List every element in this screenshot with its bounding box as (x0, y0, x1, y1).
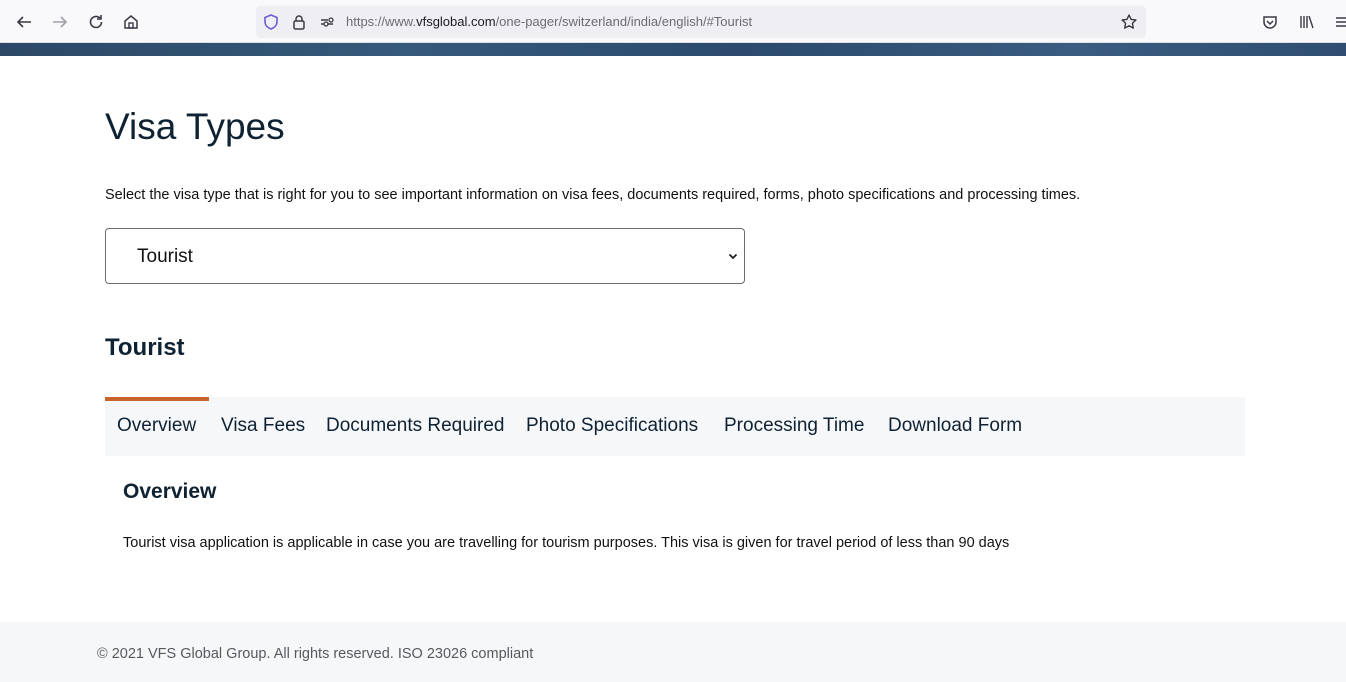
lock-icon[interactable] (288, 11, 310, 33)
tab-documents-required[interactable]: Documents Required (326, 415, 504, 437)
browser-toolbar: https://www.vfsglobal.com/one-pager/swit… (0, 0, 1346, 43)
url-path: /one-pager/switzerland/india/english/#To… (495, 14, 753, 29)
back-icon[interactable] (12, 10, 36, 34)
home-icon[interactable] (119, 10, 143, 34)
tab-visa-fees[interactable]: Visa Fees (221, 415, 305, 437)
visa-info-tabs: Overview Visa Fees Documents Required Ph… (105, 397, 1245, 456)
visa-type-select[interactable]: Tourist (105, 228, 745, 284)
page-title: Visa Types (105, 106, 285, 147)
chevron-down-icon (728, 249, 740, 263)
tab-processing-time[interactable]: Processing Time (724, 415, 864, 437)
pocket-icon[interactable] (1258, 10, 1282, 34)
url-domain: vfsglobal.com (416, 14, 496, 29)
visa-type-selected-value: Tourist (137, 246, 193, 267)
menu-icon[interactable] (1330, 10, 1346, 34)
tab-download-form[interactable]: Download Form (888, 415, 1022, 437)
overview-heading: Overview (123, 480, 217, 503)
reload-icon[interactable] (84, 10, 108, 34)
visa-type-heading: Tourist (105, 334, 185, 361)
hero-banner-strip (0, 43, 1346, 56)
tab-overview[interactable]: Overview (117, 415, 196, 437)
intro-text: Select the visa type that is right for y… (105, 187, 1081, 203)
address-bar[interactable]: https://www.vfsglobal.com/one-pager/swit… (256, 6, 1146, 38)
active-tab-indicator (105, 397, 209, 401)
url-prefix: https://www. (346, 14, 417, 29)
forward-icon[interactable] (48, 10, 72, 34)
shield-icon[interactable] (260, 11, 282, 33)
permissions-icon[interactable] (316, 11, 338, 33)
copyright-text: © 2021 VFS Global Group. All rights rese… (97, 646, 534, 662)
footer: © 2021 VFS Global Group. All rights rese… (0, 622, 1346, 682)
tab-photo-specifications[interactable]: Photo Specifications (526, 415, 698, 437)
url-text[interactable]: https://www.vfsglobal.com/one-pager/swit… (346, 14, 752, 29)
overview-text: Tourist visa application is applicable i… (123, 535, 1010, 551)
main-content: Visa Types Select the visa type that is … (0, 56, 1346, 622)
library-icon[interactable] (1294, 10, 1318, 34)
bookmark-star-icon[interactable] (1118, 11, 1140, 33)
